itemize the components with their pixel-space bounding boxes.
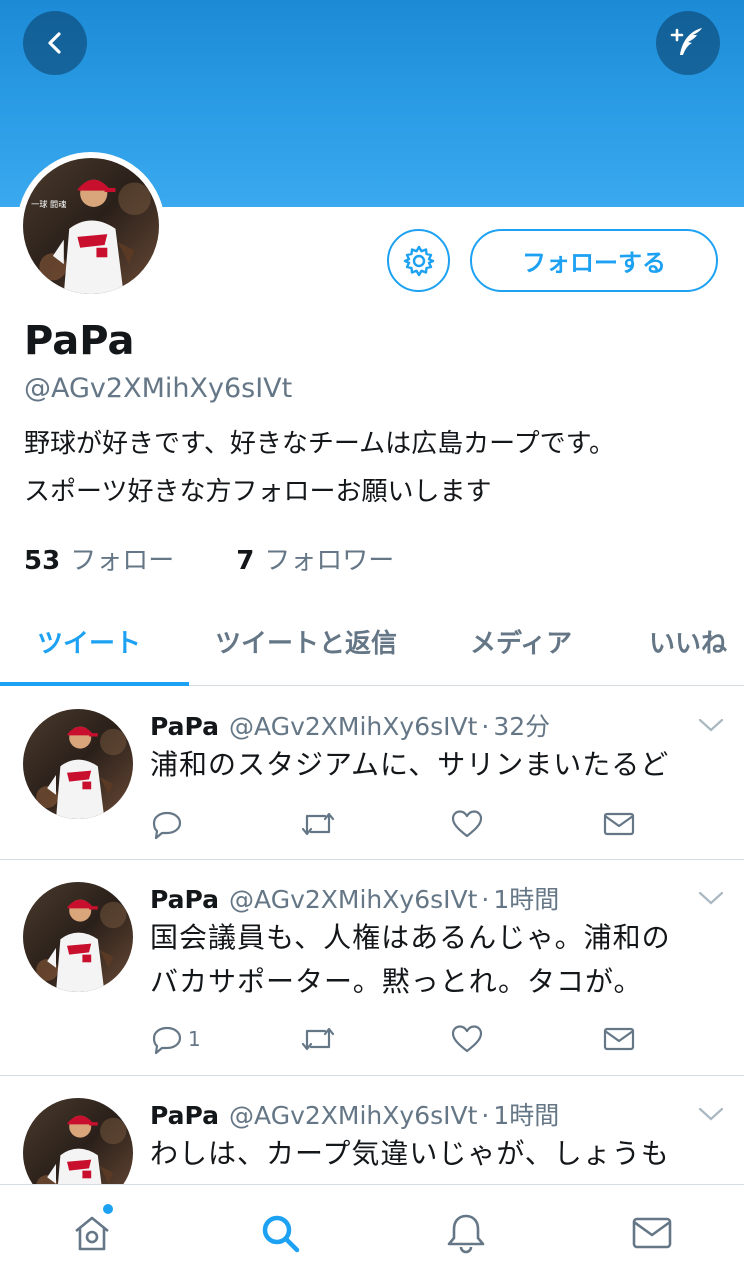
followers-count: 7 — [236, 546, 255, 576]
separator-dot: · — [481, 1101, 490, 1130]
tweet-actions: 1 — [150, 1022, 640, 1058]
like-button[interactable] — [450, 1022, 484, 1056]
like-button[interactable] — [450, 807, 484, 841]
bell-icon — [447, 1214, 485, 1254]
tweet-text-line: 国会議員も、人権はあるんじゃ。浦和の — [150, 921, 671, 954]
profile-bio: 野球が好きです、好きなチームは広島カープです。 スポーツ好きな方フォローお願いし… — [24, 420, 724, 516]
display-name: PaPa — [24, 318, 135, 364]
followers-label: フォロワー — [264, 546, 395, 576]
reply-icon — [152, 1026, 182, 1055]
tweet-author-name: PaPa — [150, 712, 220, 741]
tweet-header: PaPa @AGv2XMihXy6sIVt · 1時間 — [150, 1096, 559, 1132]
tweet-header: PaPa @AGv2XMihXy6sIVt · 1時間 — [150, 880, 559, 916]
nav-home[interactable] — [70, 1211, 114, 1255]
tweet-header: PaPa @AGv2XMihXy6sIVt · 32分 — [150, 707, 550, 743]
tab-likes[interactable]: いいね — [649, 596, 727, 686]
tweet-avatar[interactable] — [23, 709, 133, 819]
tweet-time: 1時間 — [493, 885, 560, 914]
profile-tabs: ツイート ツイートと返信 メディア いいね — [0, 596, 744, 686]
avatar-image: 一球 闘魂 — [23, 158, 159, 294]
home-icon — [75, 1216, 109, 1251]
reply-button[interactable]: 1 — [150, 1022, 201, 1056]
bio-line: 野球が好きです、好きなチームは広島カープです。 — [24, 429, 615, 459]
tweet-text: わしは、カープ気違いじゃが、しょうも — [150, 1132, 730, 1176]
separator-dot: · — [481, 885, 490, 914]
tweet-time: 32分 — [493, 712, 551, 741]
chevron-down-icon[interactable] — [698, 890, 724, 906]
active-tab-indicator — [0, 682, 189, 686]
retweet-button[interactable] — [300, 807, 336, 841]
gear-icon — [403, 245, 434, 276]
bio-line: スポーツ好きな方フォローお願いします — [24, 477, 492, 507]
tab-tweets-and-replies[interactable]: ツイートと返信 — [215, 596, 397, 686]
chevron-down-icon[interactable] — [698, 717, 724, 733]
followers-stat[interactable]: 7 フォロワー — [236, 540, 394, 577]
nav-messages[interactable] — [630, 1211, 674, 1255]
tweet-avatar[interactable] — [23, 1098, 133, 1184]
tweet-text-line: バカサポーター。黙っとれ。タコが。 — [150, 965, 643, 998]
tweet-avatar[interactable] — [23, 882, 133, 992]
follow-button[interactable]: フォローする — [470, 229, 718, 292]
mail-icon — [603, 1027, 635, 1051]
heart-icon — [451, 1025, 483, 1053]
tab-tweets[interactable]: ツイート — [37, 596, 141, 686]
profile-stats: 53 フォロー 7 フォロワー — [24, 540, 456, 577]
home-notification-dot — [103, 1204, 113, 1214]
reply-count: 1 — [188, 1027, 201, 1051]
mail-icon — [632, 1217, 672, 1249]
following-stat[interactable]: 53 フォロー — [24, 540, 174, 577]
reply-button[interactable] — [150, 807, 184, 841]
tweet-actions — [150, 807, 640, 843]
direct-message-button[interactable] — [602, 1022, 636, 1056]
tweet-item[interactable]: PaPa @AGv2XMihXy6sIVt · 1時間 わしは、カープ気違いじゃ… — [0, 1076, 744, 1184]
settings-button[interactable] — [387, 229, 450, 292]
tweet-author-name: PaPa — [150, 1101, 220, 1130]
avatar-overlay-text: 一球 闘魂 — [31, 199, 66, 209]
tweet-author-handle: @AGv2XMihXy6sIVt — [229, 1101, 478, 1130]
chevron-down-icon[interactable] — [698, 1106, 724, 1122]
retweet-icon — [301, 1027, 335, 1051]
chevron-left-icon — [48, 32, 61, 54]
separator-dot: · — [481, 712, 490, 741]
tweet-author-handle: @AGv2XMihXy6sIVt — [229, 712, 478, 741]
tweet-time: 1時間 — [493, 1101, 560, 1130]
tweet-author-handle: @AGv2XMihXy6sIVt — [229, 885, 478, 914]
back-button[interactable] — [23, 11, 87, 75]
tweet-text: 浦和のスタジアムに、サリンまいたるど — [150, 743, 730, 787]
tweet-feed[interactable]: PaPa @AGv2XMihXy6sIVt · 32分 浦和のスタジアムに、サリ… — [0, 687, 744, 1184]
tab-media[interactable]: メディア — [470, 596, 572, 686]
tweet-text: 国会議員も、人権はあるんじゃ。浦和の バカサポーター。黙っとれ。タコが。 — [150, 916, 730, 1004]
following-label: フォロー — [70, 546, 175, 576]
compose-feather-icon — [670, 28, 702, 55]
retweet-icon — [301, 812, 335, 836]
heart-icon — [451, 810, 483, 838]
direct-message-button[interactable] — [602, 807, 636, 841]
search-icon — [262, 1215, 300, 1253]
tweet-text-line: 浦和のスタジアムに、サリンまいたるど — [150, 748, 670, 781]
bottom-nav — [0, 1184, 744, 1280]
mail-icon — [603, 812, 635, 836]
tweet-item[interactable]: PaPa @AGv2XMihXy6sIVt · 32分 浦和のスタジアムに、サリ… — [0, 687, 744, 860]
tweet-item[interactable]: PaPa @AGv2XMihXy6sIVt · 1時間 国会議員も、人権はあるん… — [0, 860, 744, 1076]
profile-avatar[interactable]: 一球 闘魂 — [17, 152, 165, 300]
nav-search[interactable] — [258, 1211, 302, 1255]
reply-icon — [152, 811, 182, 840]
tweet-text-line: わしは、カープ気違いじゃが、しょうも — [150, 1137, 670, 1170]
following-count: 53 — [24, 546, 61, 576]
tweet-author-name: PaPa — [150, 885, 220, 914]
retweet-button[interactable] — [300, 1022, 336, 1056]
compose-tweet-button[interactable] — [656, 11, 720, 75]
profile-handle: @AGv2XMihXy6sIVt — [24, 373, 293, 404]
nav-notifications[interactable] — [444, 1211, 488, 1255]
